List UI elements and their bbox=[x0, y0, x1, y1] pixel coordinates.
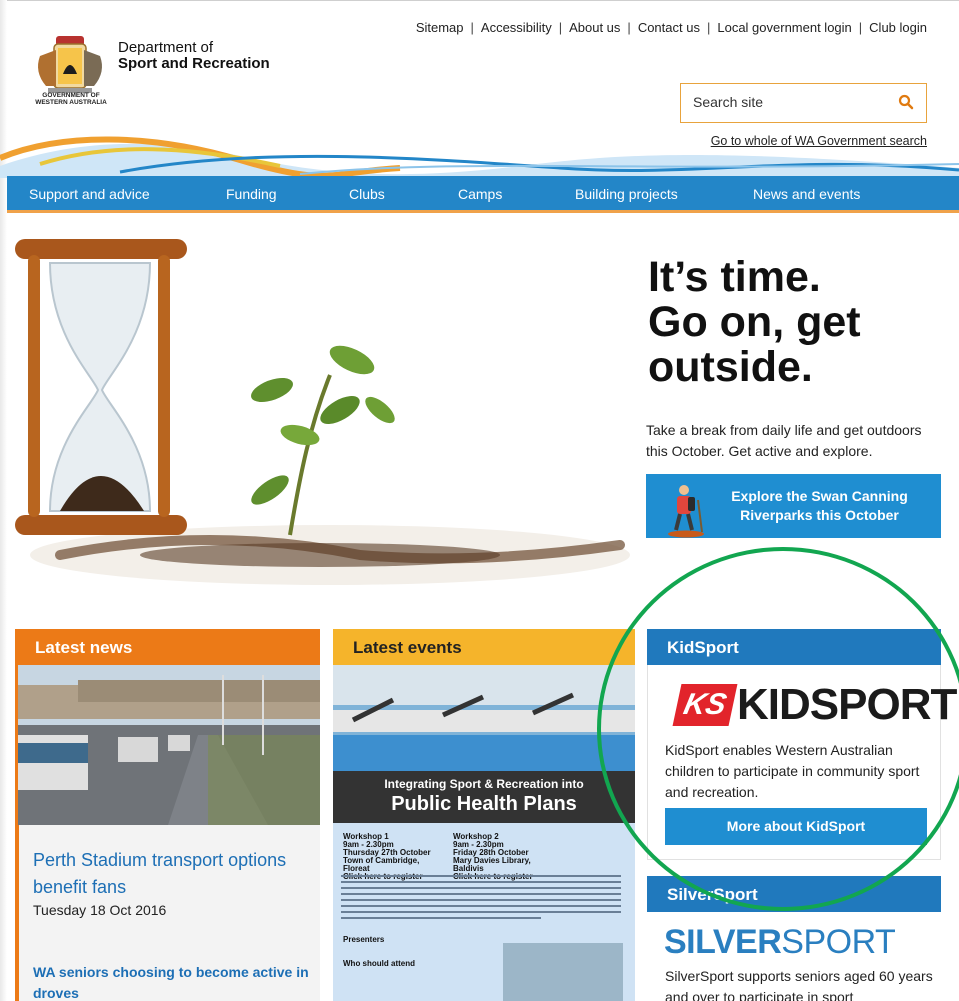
silversport-description: SilverSport supports seniors aged 60 yea… bbox=[665, 968, 933, 1001]
ws1-place: Town of Cambridge, Floreat bbox=[343, 856, 420, 873]
ws2-place: Mary Davies Library, Baldivis bbox=[453, 856, 531, 873]
hourglass-plant-illustration bbox=[15, 239, 630, 585]
nav-clubs[interactable]: Clubs bbox=[349, 186, 385, 202]
contact-us-link[interactable]: Contact us bbox=[638, 20, 700, 35]
more-about-kidsport-button[interactable]: More about KidSport bbox=[665, 808, 927, 845]
separator: | bbox=[706, 20, 711, 35]
separator: | bbox=[627, 20, 631, 35]
header-wave-decoration bbox=[0, 136, 959, 178]
nav-camps[interactable]: Camps bbox=[458, 186, 502, 202]
kidsport-logo[interactable]: KS KIDSPORT bbox=[665, 680, 957, 730]
nav-funding[interactable]: Funding bbox=[226, 186, 277, 202]
kidsport-wordmark: KIDSPORT bbox=[737, 680, 957, 729]
nav-support-and-advice[interactable]: Support and advice bbox=[29, 186, 150, 202]
government-label: GOVERNMENT OF WESTERN AUSTRALIA bbox=[28, 92, 114, 106]
perth-stadium-transport-image[interactable] bbox=[18, 665, 320, 825]
separator: | bbox=[470, 20, 474, 35]
hero-headline-line1: It’s time. bbox=[648, 253, 821, 301]
hiker-icon bbox=[668, 485, 704, 538]
button-line1: Explore the Swan Canning bbox=[731, 488, 908, 504]
gov-line-1: GOVERNMENT OF bbox=[42, 92, 100, 99]
kidsport-heading[interactable]: KidSport bbox=[647, 629, 941, 665]
hero-headline-line3: outside. bbox=[648, 343, 813, 391]
utility-links: Sitemap | Accessibility | About us | Contac… bbox=[416, 20, 927, 35]
nav-building-projects[interactable]: Building projects bbox=[575, 186, 678, 202]
main-navigation: Support and advice Funding Clubs Camps B… bbox=[7, 176, 959, 213]
department-name-line2[interactable]: Sport and Recreation bbox=[118, 55, 270, 72]
sitemap-link[interactable]: Sitemap bbox=[416, 20, 464, 35]
silversport-logo-bold: SILVER bbox=[664, 923, 782, 961]
latest-news-heading[interactable]: Latest news bbox=[15, 629, 320, 665]
poster-body-text-lines bbox=[341, 875, 621, 919]
poster-title-line2: Public Health Plans bbox=[391, 793, 577, 815]
separator: | bbox=[558, 20, 563, 35]
latest-events-heading[interactable]: Latest events bbox=[333, 629, 635, 665]
search-input[interactable] bbox=[693, 94, 883, 110]
poster-title-band: Integrating Sport & Recreation into Publ… bbox=[333, 771, 635, 823]
button-line2: Riverparks this October bbox=[740, 507, 899, 523]
news-second-article-title[interactable]: WA seniors choosing to become active in … bbox=[33, 962, 313, 1001]
search-icon[interactable] bbox=[898, 94, 914, 110]
window-top-border bbox=[0, 0, 959, 6]
department-name-line1[interactable]: Department of bbox=[118, 39, 213, 56]
club-login-link[interactable]: Club login bbox=[869, 20, 927, 35]
search-box bbox=[680, 83, 927, 123]
separator: | bbox=[858, 20, 863, 35]
about-us-link[interactable]: About us bbox=[569, 20, 620, 35]
poster-presenters-label: Presenters bbox=[343, 935, 385, 944]
news-article-title[interactable]: Perth Stadium transport options benefit … bbox=[33, 847, 313, 901]
poster-title-line1: Integrating Sport & Recreation into bbox=[384, 777, 584, 791]
workshop-1-details[interactable]: Workshop 1 9am - 2.30pm Thursday 27th Oc… bbox=[343, 833, 447, 881]
silversport-logo[interactable]: SILVERSPORT bbox=[664, 924, 919, 960]
swimming-pool-image bbox=[333, 665, 635, 780]
workshop-2-details[interactable]: Workshop 2 9am - 2.30pm Friday 28th Octo… bbox=[453, 833, 563, 881]
public-health-plans-poster[interactable]: Integrating Sport & Recreation into Publ… bbox=[333, 665, 635, 1001]
hero-headline: It’s time. Go on, get outside. bbox=[648, 255, 948, 390]
explore-riverparks-label: Explore the Swan Canning Riverparks this… bbox=[712, 487, 927, 525]
poster-people-photo bbox=[503, 943, 623, 1001]
silversport-logo-light: SPORT bbox=[781, 923, 896, 961]
accessibility-link[interactable]: Accessibility bbox=[481, 20, 552, 35]
kidsport-badge: KS bbox=[672, 684, 738, 726]
hero-description: Take a break from daily life and get out… bbox=[646, 422, 922, 459]
nav-news-and-events[interactable]: News and events bbox=[753, 186, 860, 202]
explore-riverparks-button[interactable]: Explore the Swan Canning Riverparks this… bbox=[646, 474, 941, 538]
silversport-heading[interactable]: SilverSport bbox=[647, 876, 941, 912]
news-article-date: Tuesday 18 Oct 2016 bbox=[33, 902, 167, 918]
local-government-login-link[interactable]: Local government login bbox=[717, 20, 851, 35]
gov-line-2: WESTERN AUSTRALIA bbox=[35, 99, 107, 106]
kidsport-description: KidSport enables Western Australian chil… bbox=[665, 742, 920, 800]
poster-who-label: Who should attend bbox=[343, 959, 415, 968]
hero-headline-line2: Go on, get bbox=[648, 298, 861, 346]
